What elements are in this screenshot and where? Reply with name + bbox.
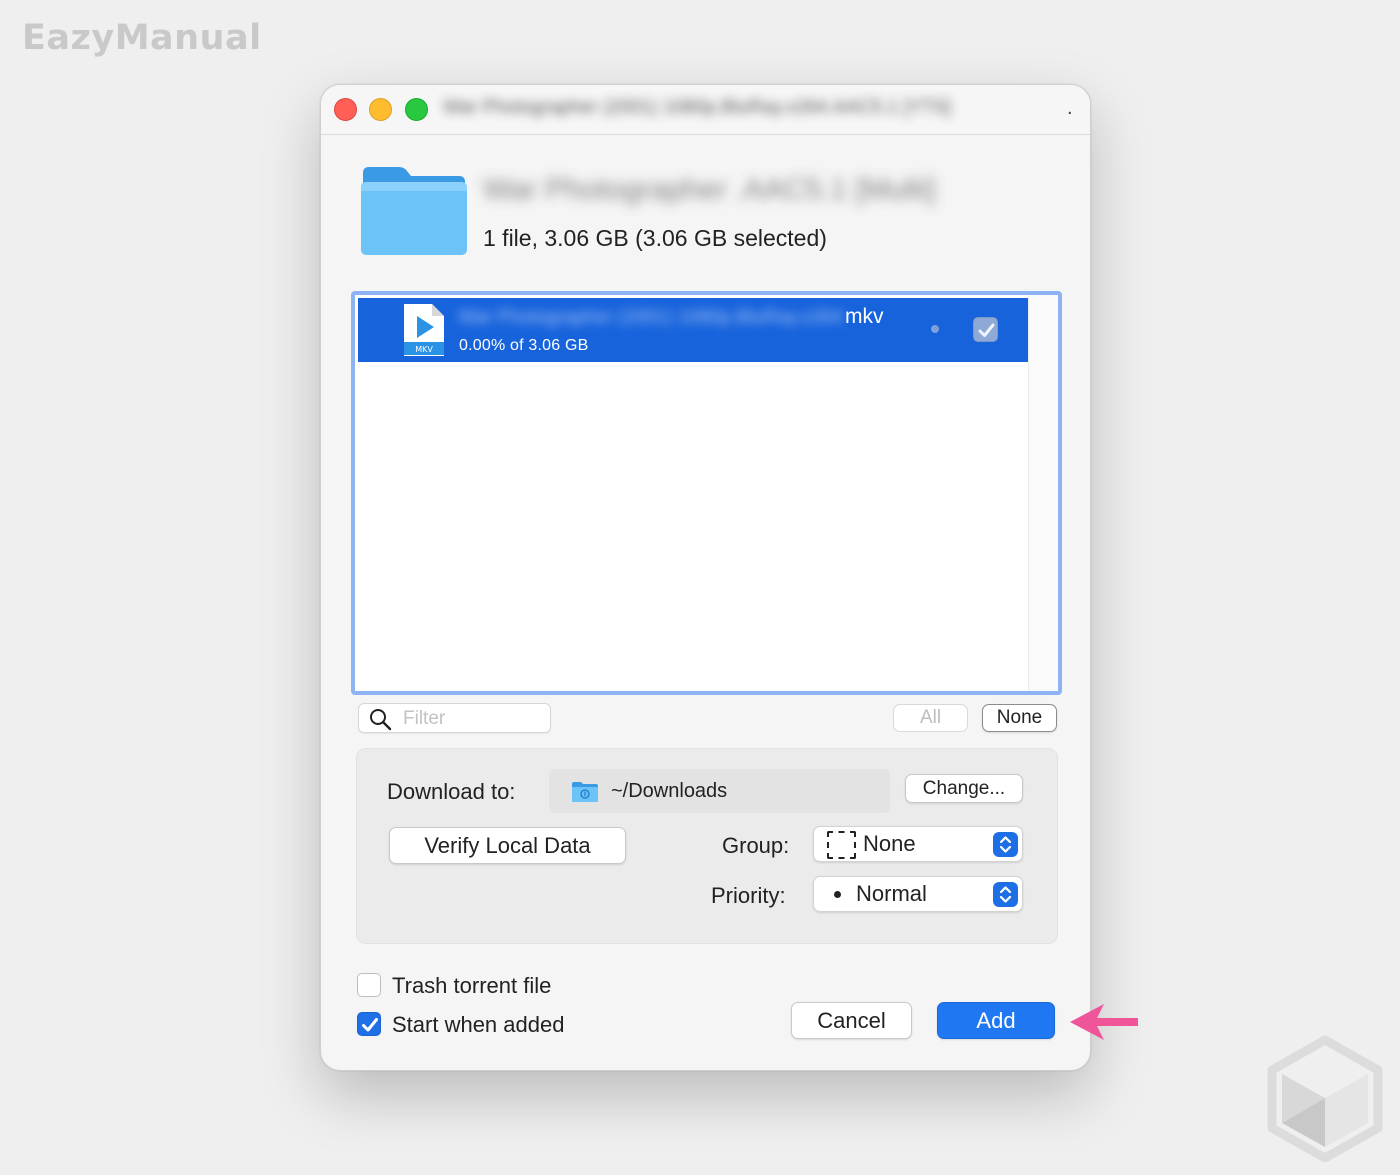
select-all-button[interactable]: All [893,704,968,732]
file-extension: mkv [845,305,884,328]
title-ellipsis: . [1067,97,1073,119]
file-row[interactable]: MKV War Photographer (2001) 1080p.BluRay… [358,298,1028,362]
file-name: War Photographer (2001) 1080p.BluRay.x26… [458,307,843,328]
priority-value: Normal [856,881,927,906]
file-checkbox[interactable] [973,317,998,342]
trash-torrent-checkbox[interactable] [357,973,381,997]
priority-bullet-icon [834,891,841,898]
list-scrollbar[interactable] [1028,295,1058,691]
file-list[interactable]: MKV War Photographer (2001) 1080p.BluRay… [351,291,1062,695]
download-path: ~/Downloads [611,780,728,802]
checkmark-icon [362,1018,378,1032]
torrent-size-info: 1 file, 3.06 GB (3.06 GB selected) [483,225,827,251]
folder-icon [361,167,467,255]
close-window-button[interactable] [334,98,357,121]
verify-local-data-button[interactable]: Verify Local Data [389,827,626,864]
filter-input[interactable] [403,707,543,730]
options-panel: Download to: ~/Downloads Change... Verif… [356,748,1058,944]
select-none-button[interactable]: None [982,704,1057,732]
annotation-arrow-icon [1070,1004,1138,1040]
checkmark-icon [978,323,995,337]
priority-stepper-icon [993,882,1018,907]
change-button[interactable]: Change... [905,774,1023,803]
add-button[interactable]: Add [937,1002,1055,1039]
downloads-folder-icon [572,782,598,802]
add-torrent-window: War Photographer (2001) 1080p.BluRay.x26… [320,84,1091,1071]
cube-logo-icon [1267,1035,1383,1162]
titlebar: War Photographer (2001) 1080p.BluRay.x26… [321,85,1090,135]
group-stepper-icon [993,832,1018,857]
group-swatch-icon [827,831,856,859]
file-progress: 0.00% of 3.06 GB [459,337,589,354]
download-location[interactable]: ~/Downloads [549,769,890,813]
maximize-window-button[interactable] [405,98,428,121]
group-select[interactable]: None [813,826,1023,862]
start-when-added-label: Start when added [392,1012,565,1037]
mkv-icon-label: MKV [415,345,433,354]
cancel-button[interactable]: Cancel [791,1002,912,1039]
priority-label: Priority: [711,883,786,908]
filter-field[interactable] [358,703,551,733]
priority-dot [931,325,939,333]
trash-torrent-label: Trash torrent file [392,973,552,998]
search-icon [370,709,392,731]
minimize-window-button[interactable] [369,98,392,121]
torrent-name: War Photographer .AAC5.1 [Multi] [483,173,936,206]
download-to-label: Download to: [387,779,516,804]
priority-select[interactable]: Normal [813,876,1023,912]
start-when-added-checkbox[interactable] [357,1012,381,1036]
window-title: War Photographer (2001) 1080p.BluRay.x26… [443,97,951,118]
watermark-logo: EazyManual [22,18,262,58]
group-value: None [863,831,916,856]
group-label: Group: [722,833,790,858]
video-file-icon: MKV [404,304,444,356]
